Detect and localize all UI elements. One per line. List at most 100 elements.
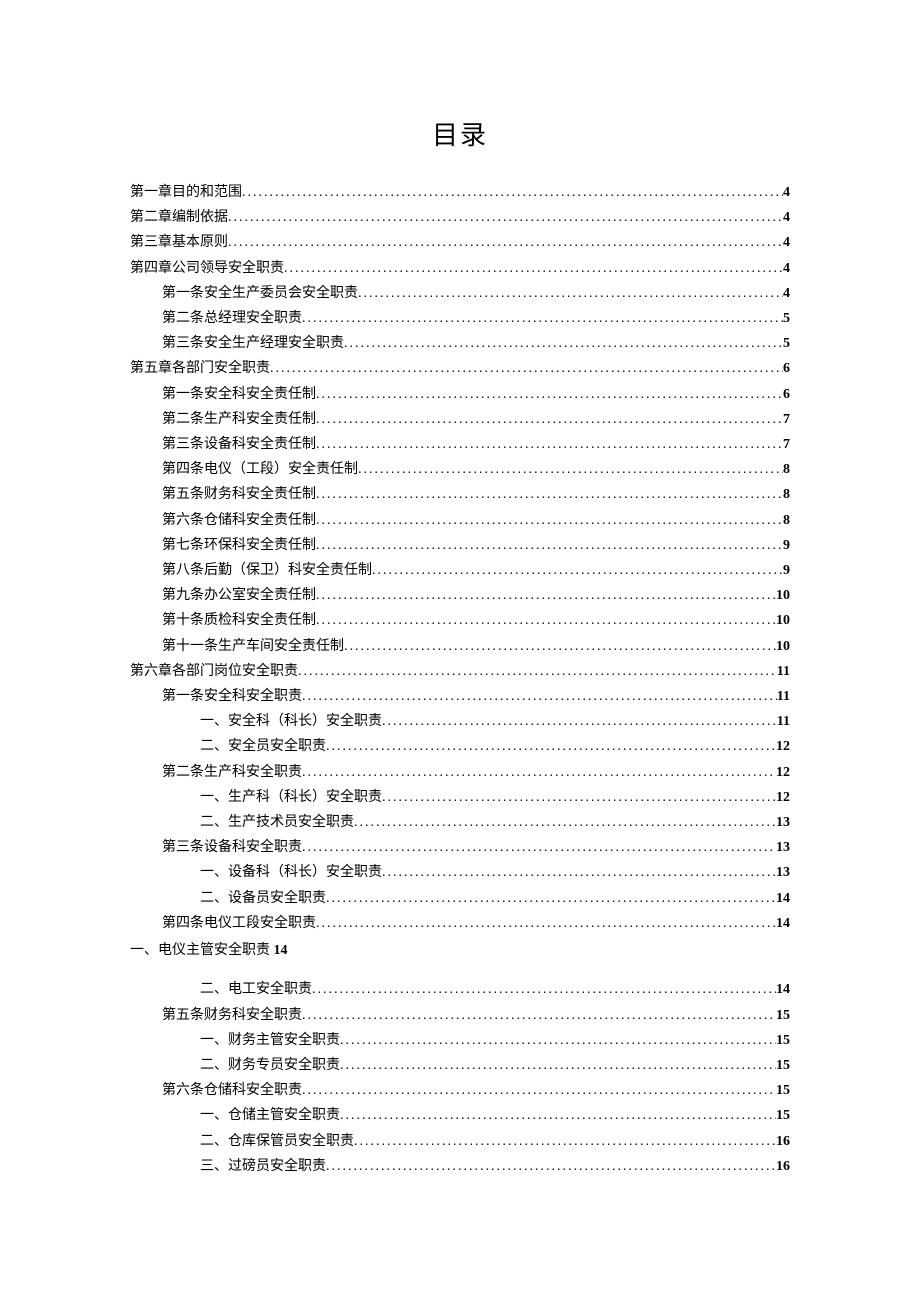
toc-leader-dots: [344, 331, 783, 356]
toc-leader-dots: [372, 558, 783, 583]
toc-entry: 第二条生产科安全职责12: [130, 760, 790, 785]
toc-entry-label: 二、财务专员安全职责: [200, 1053, 340, 1078]
toc-leader-dots: [316, 533, 783, 558]
toc-entry-label: 三、过磅员安全职责: [200, 1154, 326, 1179]
toc-entry-page: 15: [776, 1028, 790, 1053]
toc-entry-label: 第八条后勤（保卫）科安全责任制: [162, 558, 372, 583]
toc-leader-dots: [326, 734, 776, 759]
toc-entry: 二、生产技术员安全职责13: [130, 810, 790, 835]
toc-entry: 第十一条生产车间安全责任制10: [130, 634, 790, 659]
toc-leader-dots: [326, 1154, 776, 1179]
toc-entry: 第十条质检科安全责任制 10: [130, 608, 790, 633]
toc-entry-label: 二、电工安全职责: [200, 977, 312, 1002]
toc-leader-dots: [298, 659, 777, 684]
toc-entry-page: 4: [783, 180, 790, 205]
toc-leader-dots: [302, 1003, 776, 1028]
toc-entry: 第一条安全科安全职责 11: [130, 684, 790, 709]
toc-entry: 第四章公司领导安全职责4: [130, 256, 790, 281]
toc-entry: 一、设备科（科长）安全职责 13: [130, 860, 790, 885]
toc-entry-page: 9: [783, 558, 790, 583]
toc-entry: 第四条电仪工段安全职责14: [130, 911, 790, 936]
toc-entry-page: 9: [783, 533, 790, 558]
toc-entry-page: 11: [777, 659, 790, 684]
toc-entry-label: 第二条生产科安全职责: [162, 760, 302, 785]
toc-leader-dots: [302, 306, 783, 331]
toc-entry-page: 4: [783, 230, 790, 255]
toc-leader-dots: [302, 1078, 776, 1103]
toc-entry-page: 7: [783, 407, 790, 432]
toc-leader-dots: [382, 860, 776, 885]
toc-leader-dots: [302, 835, 776, 860]
toc-entry-page: 13: [776, 860, 790, 885]
toc-entry: 第六条仓储科安全职责15: [130, 1078, 790, 1103]
toc-entry-page: 15: [776, 1053, 790, 1078]
toc-entry: 第二条总经理安全职责 5: [130, 306, 790, 331]
toc-entry-label: 一、生产科（科长）安全职责: [200, 785, 382, 810]
toc-entry-label: 第六章各部门岗位安全职责: [130, 659, 298, 684]
toc-entry-page: 4: [783, 256, 790, 281]
toc-title: 目录: [130, 115, 790, 152]
toc-entry: 二、设备员安全职责14: [130, 886, 790, 911]
toc-entry: 第六章各部门岗位安全职责 11: [130, 659, 790, 684]
toc-entry-page: 4: [783, 205, 790, 230]
toc-entry-page: 10: [776, 608, 790, 633]
toc-entry-page: 15: [776, 1103, 790, 1128]
toc-entry-page: 5: [783, 331, 790, 356]
toc-entry: 三、过磅员安全职责 16: [130, 1154, 790, 1179]
toc-entry-page: 13: [776, 835, 790, 860]
toc-entry-label: 第三条安全生产经理安全职责: [162, 331, 344, 356]
toc-entry: 二、安全员安全职责12: [130, 734, 790, 759]
toc-entry: 第一条安全生产委员会安全职责4: [130, 281, 790, 306]
toc-entry-page: 16: [776, 1129, 790, 1154]
toc-entry-label: 第三条设备科安全责任制: [162, 432, 316, 457]
toc-entry: 第三条设备科安全职责 13: [130, 835, 790, 860]
toc-entry-label: 第二条总经理安全职责: [162, 306, 302, 331]
toc-leader-dots: [316, 382, 783, 407]
toc-entry-page: 16: [776, 1154, 790, 1179]
toc-entry: 第九条办公室安全责任制10: [130, 583, 790, 608]
toc-entry-page: 6: [783, 382, 790, 407]
toc-entry: 第七条环保科安全责任制 9: [130, 533, 790, 558]
toc-leader-dots: [358, 281, 783, 306]
toc-entry: 一、财务主管安全职责15: [130, 1028, 790, 1053]
toc-entry-label: 第七条环保科安全责任制: [162, 533, 316, 558]
toc-leader-dots: [340, 1053, 776, 1078]
toc-entry-label: 二、设备员安全职责: [200, 886, 326, 911]
toc-entry: 第三条设备科安全责任制7: [130, 432, 790, 457]
toc-entry-page: 8: [783, 482, 790, 507]
toc-entry-page: 12: [776, 785, 790, 810]
toc-entry-label: 第三条设备科安全职责: [162, 835, 302, 860]
toc-entry: 第一条安全科安全责任制 6: [130, 382, 790, 407]
toc-entry-label: 第二章编制依据: [130, 205, 228, 230]
toc-entry-page: 6: [783, 356, 790, 381]
toc-leader-dots: [316, 508, 783, 533]
toc-entry: 第五条财务科安全责任制8: [130, 482, 790, 507]
toc-leader-dots: [340, 1103, 776, 1128]
toc-leader-dots: [316, 432, 783, 457]
toc-leader-dots: [228, 205, 783, 230]
toc-entry-label: 第十一条生产车间安全责任制: [162, 634, 344, 659]
toc-entry-label: 第六条仓储科安全职责: [162, 1078, 302, 1103]
toc-leader-dots: [354, 1129, 776, 1154]
toc-entry: 一、安全科（科长）安全职责11: [130, 709, 790, 734]
toc-leader-dots: [326, 886, 776, 911]
toc-entry: 第六条仓储科安全责任制8: [130, 508, 790, 533]
toc-entry-label: 第四条电仪（工段）安全责任制: [162, 457, 358, 482]
toc-leader-dots: [316, 608, 776, 633]
toc-entry: 第八条后勤（保卫）科安全责任制 9: [130, 558, 790, 583]
toc-entry-label: 第一条安全科安全职责: [162, 684, 302, 709]
toc-entry-label: 第九条办公室安全责任制: [162, 583, 316, 608]
toc-entry-page: 11: [777, 684, 790, 709]
toc-entry-label: 第一章目的和范围: [130, 180, 242, 205]
toc-entry-page: 14: [776, 977, 790, 1002]
toc-leader-dots: [340, 1028, 776, 1053]
toc-leader-dots: [284, 256, 783, 281]
toc-entry-page: 5: [783, 306, 790, 331]
toc-entry-label: 第一条安全科安全责任制: [162, 382, 316, 407]
toc-entry-label: 第十条质检科安全责任制: [162, 608, 316, 633]
toc-entry: 第三条安全生产经理安全职责 5: [130, 331, 790, 356]
toc-entry-label: 一、设备科（科长）安全职责: [200, 860, 382, 885]
toc-entry-page: 14: [776, 911, 790, 936]
toc-standalone-line: 一、电仪主管安全职责 14: [130, 938, 790, 963]
toc-leader-dots: [316, 911, 776, 936]
